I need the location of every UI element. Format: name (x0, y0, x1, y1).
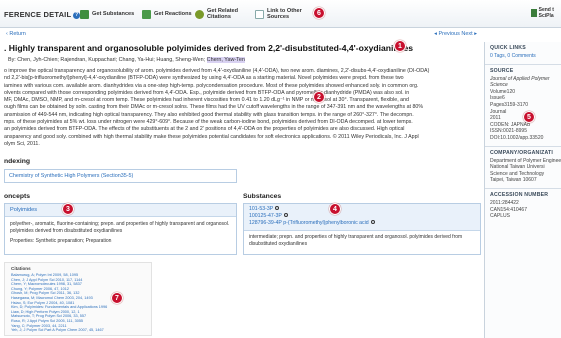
source-heading: SOURCE (490, 67, 514, 74)
journal-name: Journal of Applied Polymer Science (490, 75, 550, 89)
link-icon (255, 9, 264, 19)
get-reactions-label: Get Reactions (154, 11, 192, 17)
reaction-icon (142, 9, 151, 19)
get-substances-button[interactable]: Get Substances (80, 6, 136, 22)
citation-item[interactable]: Yeh, J; J Polym Sci Part A Polym Chem 20… (11, 328, 145, 333)
concepts-box-header: Polyimides (5, 204, 236, 217)
source-line: CODEN: JAPNAB (490, 121, 531, 128)
get-reactions-button[interactable]: Get Reactions (142, 6, 198, 22)
source-line: ISSN:0021-8995 (490, 128, 527, 135)
abstract-line: ansparency and good soly. combined with … (4, 133, 419, 140)
quick-links-section: QUICK LINKS 0 Tags, 0 Comments (485, 42, 561, 65)
company-line: Department of Polymer Engineering (490, 157, 561, 164)
indexing-section-link[interactable]: Chemistry of Synthetic High Polymers (Se… (9, 173, 133, 179)
annotation-badge-5: 5 (523, 111, 535, 123)
source-line: Issue6 (490, 95, 505, 102)
annotation-badge-4: 4 (329, 203, 341, 215)
page-title-text: FERENCE DETAIL (4, 10, 72, 19)
source-section: SOURCE Journal of Applied Polymer Scienc… (485, 65, 561, 147)
previous-next-links[interactable]: ◂ Previous Next ▸ (434, 31, 477, 37)
company-section: COMPANY/ORGANIZATI Department of Polymer… (485, 147, 561, 189)
magnifier-icon[interactable] (370, 220, 375, 224)
right-sidebar: QUICK LINKS 0 Tags, 0 Comments SOURCE Jo… (484, 42, 561, 338)
authors-text: By: Chen, Jyh-Chien; Rajendran, Kuppacha… (8, 57, 207, 63)
abstract-line: iamines with various com. available arom… (4, 82, 419, 89)
substance-link[interactable]: 128796-39-4P p-(Trifluoromethyl)phenylbo… (249, 220, 369, 226)
abstract-line: nd 2,2'-bis[p-trifluoromethyl)phenyl]-4,… (4, 75, 404, 82)
substance-list: 101-53-3P 100125-47-3P 128796-39-4P p-(T… (244, 204, 480, 231)
company-line: Taipei, Taiwan 10607 (490, 177, 537, 184)
abstract-line: olym Sci, 2011. (4, 140, 40, 147)
page-title: FERENCE DETAIL? (4, 10, 81, 19)
accession-section: ACCESSION NUMBER 2011:284422 CAN154:4104… (485, 189, 561, 224)
quick-links-heading: QUICK LINKS (490, 45, 526, 51)
send-to-label: Send t SciPla (538, 7, 554, 19)
substance-description: intermediate; prepn. and properties of h… (249, 234, 463, 247)
accession-heading: ACCESSION NUMBER (490, 191, 549, 198)
accession-line: CAPLUS (490, 213, 511, 220)
company-heading: COMPANY/ORGANIZATI (490, 149, 554, 156)
concept-polyimides-link[interactable]: Polyimides (10, 207, 37, 213)
send-icon (531, 9, 537, 17)
annotation-badge-3: 3 (62, 203, 74, 215)
get-related-citations-button[interactable]: Get Related Citations (195, 6, 251, 22)
abstract: o improve the optical transparency and o… (4, 68, 478, 148)
substance-icon (80, 9, 89, 19)
concepts-box: Polyimides polyether-, aromatic, fluorin… (4, 203, 237, 255)
navigation-row: ‹ Return ◂ Previous Next ▸ (0, 30, 481, 40)
abstract-line: MF, DMAc, DMSO, NMP, and m-cresol at roo… (4, 97, 409, 104)
abstract-line: an polyimides derived from BTFP-ODA. The… (4, 126, 405, 133)
abstract-line: o improve the optical transparency and o… (4, 68, 430, 74)
substances-heading: Substances (243, 193, 282, 200)
concepts-heading: oncepts (4, 193, 31, 200)
source-line: Volume120 (490, 88, 516, 95)
substance-item[interactable]: 100125-47-3P (249, 213, 475, 220)
indexing-heading: ndexing (4, 158, 31, 165)
company-line: National Taiwan Universi (490, 164, 545, 171)
concept-properties: Properties: Synthetic preparation; Prepa… (10, 238, 112, 245)
annotation-badge-2: 2 (313, 91, 325, 103)
substances-box: 101-53-3P 100125-47-3P 128796-39-4P p-(T… (243, 203, 481, 255)
abstract-line: ansmission of 449-544 nm, indicating hig… (4, 111, 414, 118)
annotation-badge-1: 1 (394, 40, 406, 52)
magnifier-icon[interactable] (275, 206, 280, 210)
accession-line: 2011:284422 (490, 199, 519, 206)
company-line: Science and Technology (490, 170, 545, 177)
substance-link[interactable]: 101-53-3P (249, 206, 273, 212)
substance-item[interactable]: 128796-39-4P p-(Trifluoromethyl)phenylbo… (249, 220, 475, 227)
accession-line: CAN154:410467 (490, 206, 527, 213)
abstract-line: mps. of these polyimides at 5% wt. loss … (4, 119, 413, 126)
highlighted-author[interactable]: Chern, Yaw-Ten (206, 57, 245, 63)
citations-panel: Citations Balamurug, A; Polym Int 2009, … (4, 262, 152, 336)
get-related-citations-label: Get Related Citations (207, 8, 239, 20)
abstract-line: ough films can be obtained by soln. cast… (4, 104, 424, 111)
authors: By: Chen, Jyh-Chien; Rajendran, Kuppacha… (8, 57, 245, 63)
tags-comments-link[interactable]: 0 Tags, 0 Comments (490, 53, 556, 60)
return-link[interactable]: ‹ Return (6, 31, 26, 37)
substance-item[interactable]: 101-53-3P (249, 206, 475, 213)
reference-title: . Highly transparent and organosoluble p… (4, 43, 414, 53)
citations-icon (195, 9, 204, 19)
concept-description: polyether-, aromatic, fluorine-containin… (10, 221, 230, 234)
substance-link[interactable]: 100125-47-3P (249, 213, 282, 219)
magnifier-icon[interactable] (283, 213, 288, 217)
send-to-sciplanner-button[interactable]: Send t SciPla (531, 4, 561, 22)
link-to-other-sources-label: Link to Other Sources (267, 8, 302, 20)
annotation-badge-7: 7 (111, 292, 123, 304)
doi-line: DOI:10.1002/app.33520 (490, 134, 544, 141)
source-line: Pages3159-3170 (490, 101, 529, 108)
citations-heading: Citations (11, 266, 31, 271)
abstract-line: olvents compared with those correspondin… (4, 89, 410, 96)
toolbar: FERENCE DETAIL? Get Substances Get React… (0, 0, 561, 28)
annotation-badge-6: 6 (313, 7, 325, 19)
get-substances-label: Get Substances (92, 11, 135, 17)
indexing-section-box: Chemistry of Synthetic High Polymers (Se… (4, 169, 237, 183)
link-to-other-sources-button[interactable]: Link to Other Sources (255, 6, 311, 22)
